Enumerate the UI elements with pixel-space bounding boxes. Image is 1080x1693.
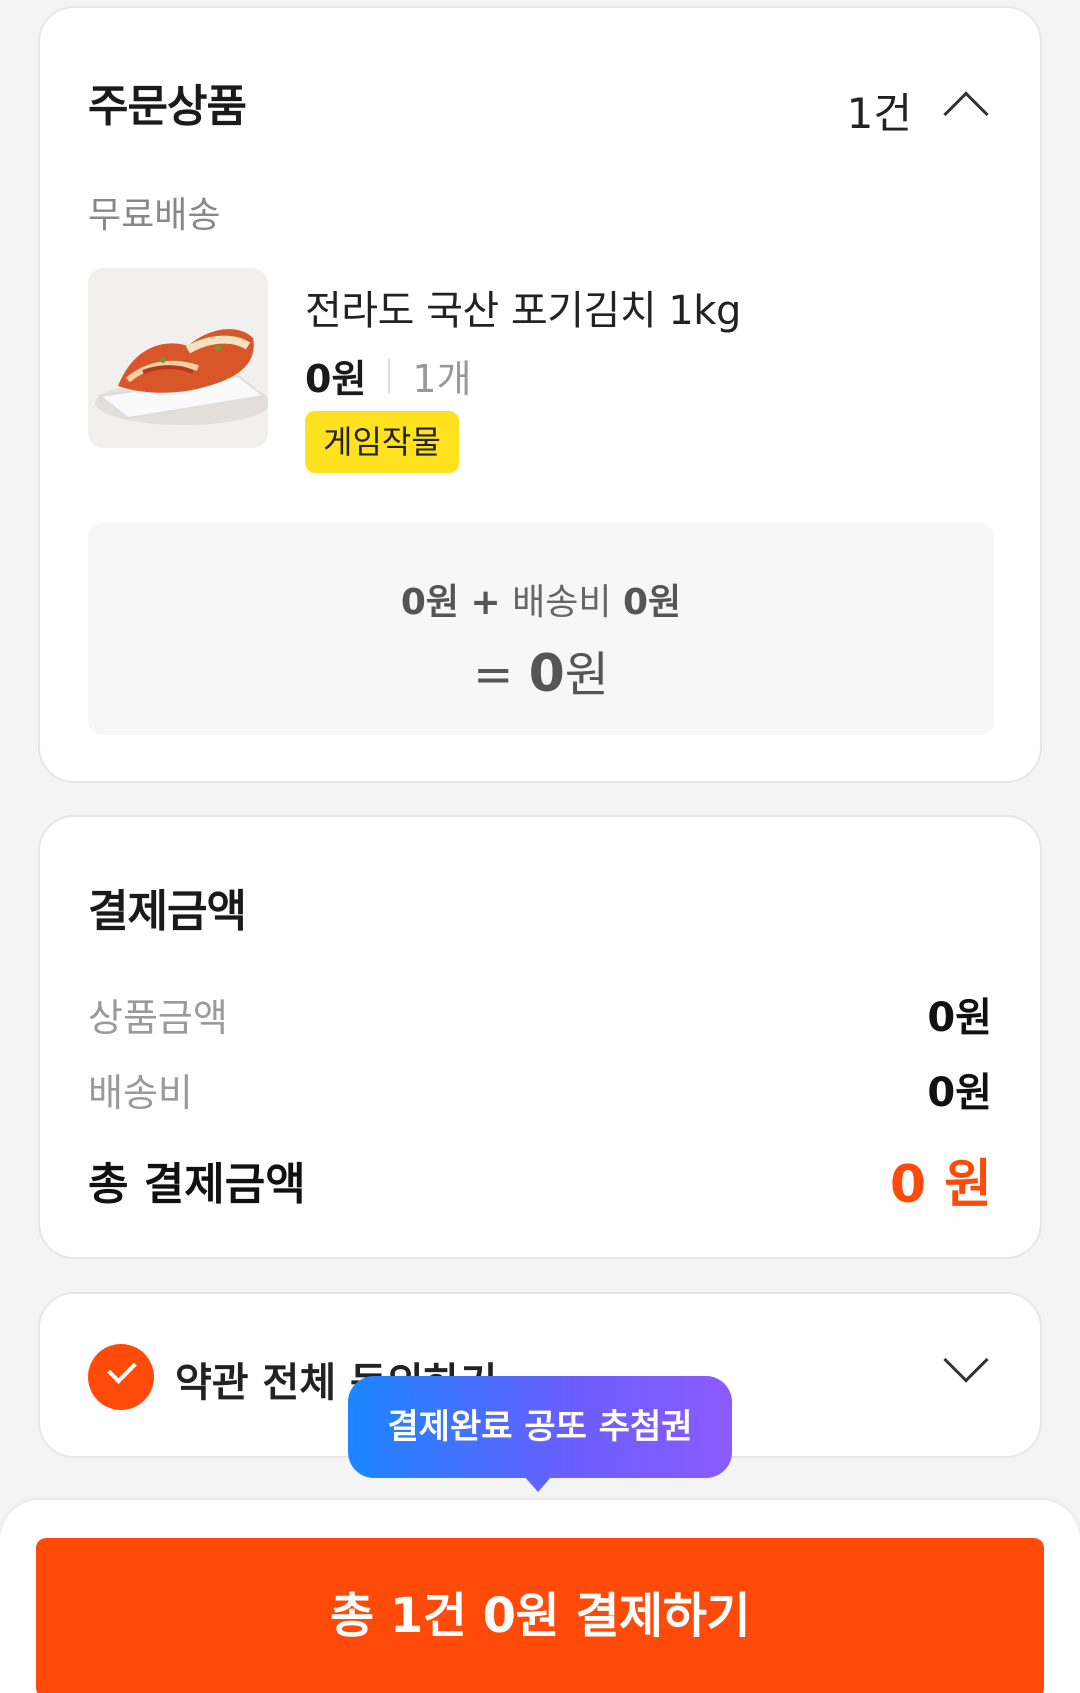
summary-goods: 0원 [400,582,460,623]
chevron-up-icon[interactable] [943,91,989,137]
product-price: 0원 [305,357,367,401]
product-name[interactable]: 전라도 국산 포기김치 1kg [305,278,741,336]
shipping-fee-row: 배송비 0원 [88,1060,992,1118]
total-payment-value: 0 원 [889,1155,992,1215]
order-products-card: 주문상품 1건 무료배송 전라도 국산 포기김치 1kg 0원 1개 게임작물 [38,6,1042,783]
payment-title: 결제금액 [88,886,247,937]
checkout-page: 주문상품 1건 무료배송 전라도 국산 포기김치 1kg 0원 1개 게임작물 [0,0,1080,1693]
summary-breakdown: 0원 + 배송비 0원 [88,573,994,625]
summary-plus: + [470,582,501,623]
summary-total: = 0원 [88,635,994,705]
shipping-fee-label: 배송비 [88,1070,193,1115]
shipping-fee-value: 0원 [927,1070,992,1116]
summary-total-number: 0 [528,644,565,704]
pay-button[interactable]: 총 1건 0원 결제하기 [36,1538,1044,1693]
goods-amount-label: 상품금액 [88,995,228,1040]
check-icon[interactable] [88,1344,154,1410]
product-price-row: 0원 1개 [305,348,472,403]
kimchi-image [88,268,268,448]
goods-amount-row: 상품금액 0원 [88,985,992,1043]
goods-amount-value: 0원 [927,995,992,1041]
payment-amount-card: 결제금액 상품금액 0원 배송비 0원 총 결제금액 0 원 [38,815,1042,1259]
summary-ship: 0원 [622,582,682,623]
summary-ship-label: 배송비 [512,582,612,623]
product-tag-badge: 게임작물 [305,411,459,473]
summary-total-unit: 원 [564,647,609,703]
product-quantity: 1개 [412,357,472,401]
order-count[interactable]: 1건 [847,80,912,141]
product-thumbnail[interactable] [88,268,268,448]
order-summary-box: 0원 + 배송비 0원 = 0원 [88,523,994,735]
order-products-title: 주문상품 [88,81,247,132]
divider [388,358,391,393]
summary-equals: = [473,647,514,703]
total-payment-row: 총 결제금액 0 원 [88,1142,992,1217]
shipping-label: 무료배송 [88,195,221,236]
chevron-down-icon[interactable] [943,1337,989,1383]
total-payment-label: 총 결제금액 [88,1158,306,1210]
tooltip-tail [524,1476,552,1492]
lottery-tooltip: 결제완료 공또 추첨권 [348,1376,732,1478]
